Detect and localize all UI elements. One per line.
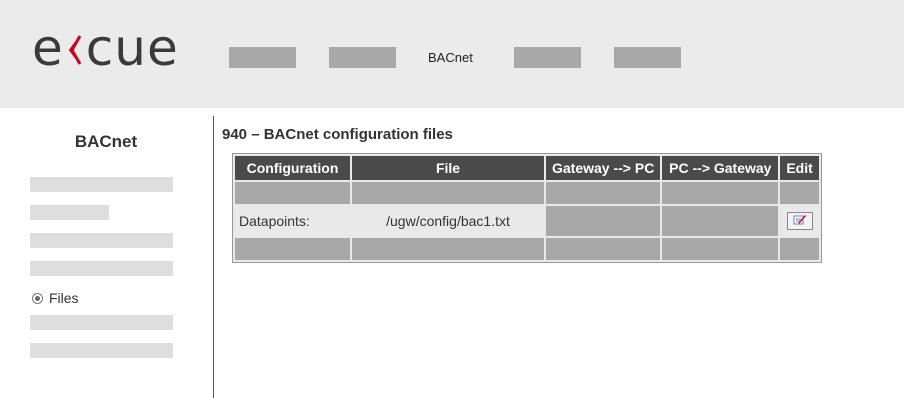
nav-item-5[interactable] [614,47,681,68]
logo-text-right: cue [85,19,179,77]
table-row-datapoints: Datapoints: /ugw/config/bac1.txt [235,206,819,236]
column-header-file: File [352,156,544,180]
sidebar-item-2[interactable] [30,205,109,220]
header-bar: e cue BACnet [0,0,904,108]
table-row [235,238,819,260]
column-header-edit: Edit [780,156,819,180]
table-cell [235,238,350,260]
edit-button[interactable] [786,212,813,230]
ecue-logo[interactable]: e cue [32,18,179,78]
table-cell [546,182,661,204]
datapoints-label: Datapoints: [235,206,350,236]
radio-selected-icon[interactable] [32,292,43,304]
sidebar-divider [213,116,214,398]
table-cell [662,182,779,204]
nav-item-1[interactable] [229,47,296,68]
table-cell [662,238,779,260]
table-row [235,182,819,204]
column-header-pc-to-gateway: PC --> Gateway [662,156,779,180]
edit-pencil-icon [793,213,807,229]
page-title: 940 – BACnet configuration files [222,126,453,143]
table-cell [352,182,544,204]
sidebar-item-7[interactable] [30,343,173,358]
nav-item-4[interactable] [514,47,581,68]
sidebar-item-1[interactable] [30,177,173,192]
table-cell [662,206,779,236]
nav-item-bacnet[interactable]: BACnet [428,47,494,68]
table-cell [546,238,661,260]
sidebar-item-3[interactable] [30,233,173,248]
ecue-bracket-logo-mark-icon [64,18,86,78]
sidebar: BACnet Files [0,108,212,398]
sidebar-title: BACnet [74,132,138,151]
table-cell [235,182,350,204]
sidebar-item-files[interactable]: Files [32,290,79,306]
table-header-row: Configuration File Gateway --> PC PC -->… [235,156,819,180]
column-header-configuration: Configuration [235,156,350,180]
nav-item-2[interactable] [329,47,396,68]
sidebar-item-4[interactable] [30,261,173,276]
config-files-table: Configuration File Gateway --> PC PC -->… [232,153,822,263]
table-cell [352,238,544,260]
column-header-gateway-to-pc: Gateway --> PC [546,156,661,180]
edit-cell [780,206,819,236]
table-cell [780,182,819,204]
sidebar-item-files-label: Files [49,290,79,306]
datapoints-file-path: /ugw/config/bac1.txt [352,206,544,236]
sidebar-item-6[interactable] [30,315,173,330]
table-cell [780,238,819,260]
table-cell [546,206,661,236]
logo-text-left: e [32,19,64,77]
